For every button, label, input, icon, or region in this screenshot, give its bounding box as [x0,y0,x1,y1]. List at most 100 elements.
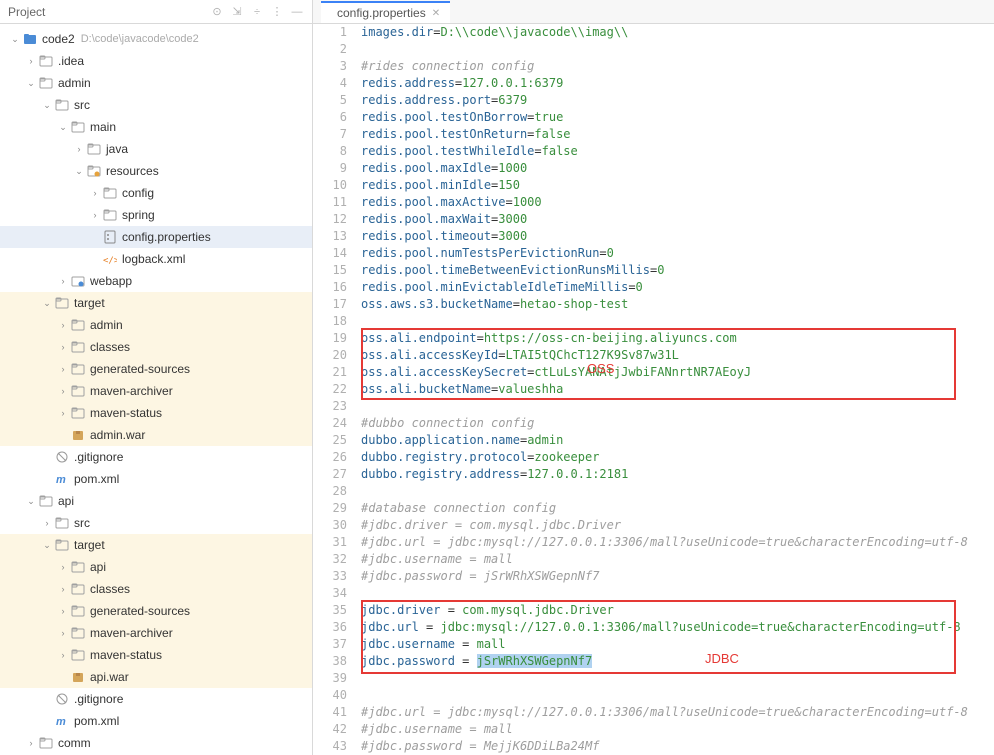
toggle-icon[interactable]: › [56,386,70,396]
tree-item[interactable]: ›src [0,512,312,534]
tree-item[interactable]: ›admin [0,314,312,336]
code-line[interactable]: redis.pool.minEvictableIdleTimeMillis=0 [361,279,994,296]
code-line[interactable]: #dubbo connection config [361,415,994,432]
code-line[interactable]: #rides connection config [361,58,994,75]
code-line[interactable]: #jdbc.username = mall [361,551,994,568]
tree-item[interactable]: ⌄admin [0,72,312,94]
code-line[interactable]: redis.pool.timeout=3000 [361,228,994,245]
tree-item[interactable]: .gitignore [0,446,312,468]
tree-item[interactable]: ›webapp [0,270,312,292]
tree-item[interactable]: ⌄main [0,116,312,138]
code-line[interactable]: dubbo.registry.protocol=zookeeper [361,449,994,466]
code-line[interactable] [361,585,994,602]
toggle-icon[interactable]: › [56,342,70,352]
tree-item[interactable]: .gitignore [0,688,312,710]
code-line[interactable]: redis.pool.maxWait=3000 [361,211,994,228]
code-area[interactable]: OSS JDBC images.dir=D:\\code\\javacode\\… [361,24,994,755]
tree-item[interactable]: ⌄code2D:\code\javacode\code2 [0,28,312,50]
toggle-icon[interactable]: ⌄ [8,34,22,45]
tree-item[interactable]: ›java [0,138,312,160]
code-line[interactable]: redis.pool.testOnBorrow=true [361,109,994,126]
toggle-icon[interactable]: › [56,320,70,330]
tree-item[interactable]: ›classes [0,336,312,358]
tree-item[interactable]: mpom.xml [0,468,312,490]
code-line[interactable] [361,483,994,500]
code-line[interactable]: redis.pool.numTestsPerEvictionRun=0 [361,245,994,262]
tree-item[interactable]: ›classes [0,578,312,600]
expand-all-icon[interactable]: ⇲ [230,5,244,19]
tree-item[interactable]: ⌄resources [0,160,312,182]
tree-item[interactable]: api.war [0,666,312,688]
toggle-icon[interactable]: ⌄ [40,540,54,551]
tree-item[interactable]: ›generated-sources [0,600,312,622]
tree-item[interactable]: ›config [0,182,312,204]
code-line[interactable]: redis.address.port=6379 [361,92,994,109]
code-line[interactable]: redis.pool.maxActive=1000 [361,194,994,211]
code-line[interactable]: #jdbc.url = jdbc:mysql://127.0.0.1:3306/… [361,534,994,551]
tree-item[interactable]: ›maven-status [0,402,312,424]
code-line[interactable]: #jdbc.driver = com.mysql.jdbc.Driver [361,517,994,534]
toggle-icon[interactable]: › [56,562,70,572]
tree-item[interactable]: mpom.xml [0,710,312,732]
settings-icon[interactable]: ⋮ [270,5,284,19]
toggle-icon[interactable]: › [56,276,70,286]
code-line[interactable] [361,687,994,704]
tree-item[interactable]: ⌄api [0,490,312,512]
tree-item[interactable]: config.properties [0,226,312,248]
tab-config-properties[interactable]: config.properties ✕ [321,1,450,23]
toggle-icon[interactable]: › [56,364,70,374]
project-tree[interactable]: ⌄code2D:\code\javacode\code2›.idea⌄admin… [0,24,312,755]
toggle-icon[interactable]: › [88,210,102,220]
code-line[interactable]: jdbc.url = jdbc:mysql://127.0.0.1:3306/m… [361,619,994,636]
tree-item[interactable]: ›.idea [0,50,312,72]
toggle-icon[interactable]: › [56,584,70,594]
toggle-icon[interactable]: ⌄ [24,496,38,507]
tree-item[interactable]: ⌄target [0,292,312,314]
toggle-icon[interactable]: › [56,650,70,660]
code-line[interactable]: jdbc.password = jSrWRhXSWGepnNf7 [361,653,994,670]
toggle-icon[interactable]: › [56,606,70,616]
code-line[interactable]: redis.pool.timeBetweenEvictionRunsMillis… [361,262,994,279]
toggle-icon[interactable]: › [88,188,102,198]
code-line[interactable]: images.dir=D:\\code\\javacode\\imag\\ [361,24,994,41]
code-line[interactable]: redis.address=127.0.0.1:6379 [361,75,994,92]
tree-item[interactable]: ›maven-archiver [0,622,312,644]
code-line[interactable]: oss.ali.endpoint=https://oss-cn-beijing.… [361,330,994,347]
code-line[interactable] [361,398,994,415]
code-line[interactable]: redis.pool.testOnReturn=false [361,126,994,143]
toggle-icon[interactable]: › [56,408,70,418]
code-line[interactable]: redis.pool.maxIdle=1000 [361,160,994,177]
close-icon[interactable]: ✕ [432,8,440,19]
collapse-all-icon[interactable]: ÷ [250,5,264,19]
toggle-icon[interactable]: ⌄ [40,298,54,309]
toggle-icon[interactable]: › [24,56,38,66]
toggle-icon[interactable]: › [56,628,70,638]
tree-item[interactable]: admin.war [0,424,312,446]
code-line[interactable]: redis.pool.testWhileIdle=false [361,143,994,160]
tree-item[interactable]: ›maven-archiver [0,380,312,402]
editor-body[interactable]: 1234567891011121314151617181920212223242… [313,24,994,755]
code-line[interactable]: redis.pool.minIdle=150 [361,177,994,194]
hide-icon[interactable]: — [290,5,304,19]
code-line[interactable]: oss.aws.s3.bucketName=hetao-shop-test [361,296,994,313]
code-line[interactable] [361,313,994,330]
tree-item[interactable]: ›spring [0,204,312,226]
tree-item[interactable]: ⌄src [0,94,312,116]
tree-item[interactable]: ⌄target [0,534,312,556]
toggle-icon[interactable]: › [24,738,38,748]
toggle-icon[interactable]: ⌄ [40,100,54,111]
tree-item[interactable]: </>logback.xml [0,248,312,270]
code-line[interactable]: oss.ali.accessKeyId=LTAI5tQChcT127K9Sv87… [361,347,994,364]
tree-item[interactable]: ›comm [0,732,312,754]
toggle-icon[interactable]: ⌄ [72,166,86,177]
code-line[interactable]: #jdbc.password = jSrWRhXSWGepnNf7 [361,568,994,585]
toggle-icon[interactable]: › [72,144,86,154]
code-line[interactable]: oss.ali.accessKeySecret=ctLuLsYANAtjJwbi… [361,364,994,381]
code-line[interactable]: jdbc.username = mall [361,636,994,653]
code-line[interactable]: oss.ali.bucketName=valueshha [361,381,994,398]
code-line[interactable]: dubbo.registry.address=127.0.0.1:2181 [361,466,994,483]
sidebar-title[interactable]: Project [8,5,210,19]
toggle-icon[interactable]: ⌄ [24,78,38,89]
select-opened-icon[interactable]: ⊙ [210,5,224,19]
toggle-icon[interactable]: ⌄ [56,122,70,133]
